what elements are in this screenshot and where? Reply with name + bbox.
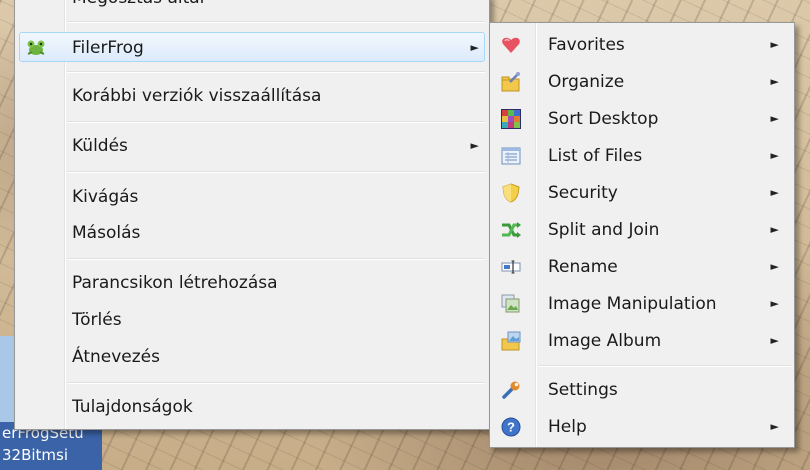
submenu-item-security[interactable]: Security ► [493,176,791,210]
submenu-arrow-icon: ► [470,139,479,152]
submenu-item-label: Image Manipulation [548,294,717,314]
submenu-item-label: Rename [548,257,618,277]
rename-icon [501,260,521,274]
menu-item-send-to[interactable]: Küldés ► [19,131,485,161]
menu-item-create-shortcut[interactable]: Parancsikon létrehozása [19,268,485,298]
filerfrog-submenu: Favorites ► Organize ► Sort Desktop ► Li… [489,22,795,448]
organize-folder-icon [501,72,520,92]
menu-item-properties[interactable]: Tulajdonságok [19,392,485,422]
submenu-arrow-icon: ► [770,297,779,310]
menu-separator [67,258,485,260]
submenu-arrow-icon: ► [770,334,779,347]
menu-item-filerfrog[interactable]: FilerFrog ► [19,32,485,62]
submenu-item-image-album[interactable]: Image Album ► [493,324,791,358]
heart-icon [502,37,520,53]
submenu-item-label: Split and Join [548,220,660,240]
menu-separator [67,21,485,23]
submenu-item-image-manipulation[interactable]: Image Manipulation ► [493,287,791,321]
menu-item-label: Tulajdonságok [72,397,193,417]
submenu-item-sort-desktop[interactable]: Sort Desktop ► [493,102,791,136]
submenu-item-settings[interactable]: Settings [493,373,791,407]
menu-item-label: Átnevezés [72,347,160,367]
color-grid-icon [501,109,521,129]
menu-item-label: FilerFrog [72,38,144,58]
submenu-arrow-icon: ► [770,149,779,162]
submenu-item-label: Help [548,417,587,437]
menu-item-rename[interactable]: Átnevezés [19,342,485,372]
context-menu: Megosztás által FilerFrog ► Korábbi verz… [14,0,490,430]
submenu-item-organize[interactable]: Organize ► [493,65,791,99]
submenu-item-label: Image Album [548,331,662,351]
file-list-icon [501,147,521,165]
menu-separator [67,171,485,173]
help-icon: ? [501,417,521,437]
submenu-arrow-icon: ► [770,223,779,236]
desktop-icon-label-line-2: 32Bitmsi [2,446,69,464]
submenu-arrow-icon: ► [770,186,779,199]
submenu-item-label: Sort Desktop [548,109,659,129]
submenu-item-favorites[interactable]: Favorites ► [493,28,791,62]
menu-item-label: Parancsikon létrehozása [72,273,278,293]
submenu-item-list-of-files[interactable]: List of Files ► [493,139,791,173]
submenu-item-label: Security [548,183,618,203]
split-join-icon [502,222,521,238]
menu-separator [67,71,485,73]
submenu-item-label: Favorites [548,35,625,55]
submenu-arrow-icon: ► [770,75,779,88]
submenu-arrow-icon: ► [770,38,779,51]
image-album-icon [501,331,521,351]
submenu-item-label: Organize [548,72,625,92]
submenu-item-rename[interactable]: Rename ► [493,250,791,284]
menu-item-restore-previous-versions[interactable]: Korábbi verziók visszaállítása [19,81,485,111]
submenu-arrow-icon: ► [770,260,779,273]
submenu-item-label: List of Files [548,146,643,166]
image-manipulation-icon [501,294,520,313]
submenu-arrow-icon: ► [470,41,479,54]
menu-separator [67,121,485,123]
menu-item-copy[interactable]: Másolás [19,218,485,248]
wrench-icon [502,381,520,399]
svg-text:?: ? [507,420,515,435]
menu-item-label: Küldés [72,136,128,156]
frog-icon [27,40,45,55]
menu-item-label: Megosztás által [72,0,204,13]
submenu-item-help[interactable]: ? Help ► [493,410,791,444]
menu-item-label: Törlés [72,310,122,330]
menu-item-delete[interactable]: Törlés [19,305,485,335]
submenu-arrow-icon: ► [770,112,779,125]
menu-item-label: Másolás [72,223,141,243]
menu-item-cut[interactable]: Kivágás [19,182,485,212]
shield-icon [502,183,520,203]
menu-item-label: Kivágás [72,187,139,207]
menu-item-label: Korábbi verziók visszaállítása [72,86,322,106]
menu-separator [67,382,485,384]
submenu-item-label: Settings [548,380,618,400]
desktop-file-icon[interactable] [0,336,15,422]
submenu-separator [538,365,791,367]
submenu-arrow-icon: ► [770,420,779,433]
submenu-item-split-and-join[interactable]: Split and Join ► [493,213,791,247]
menu-item-share-with[interactable]: Megosztás által [19,0,485,13]
